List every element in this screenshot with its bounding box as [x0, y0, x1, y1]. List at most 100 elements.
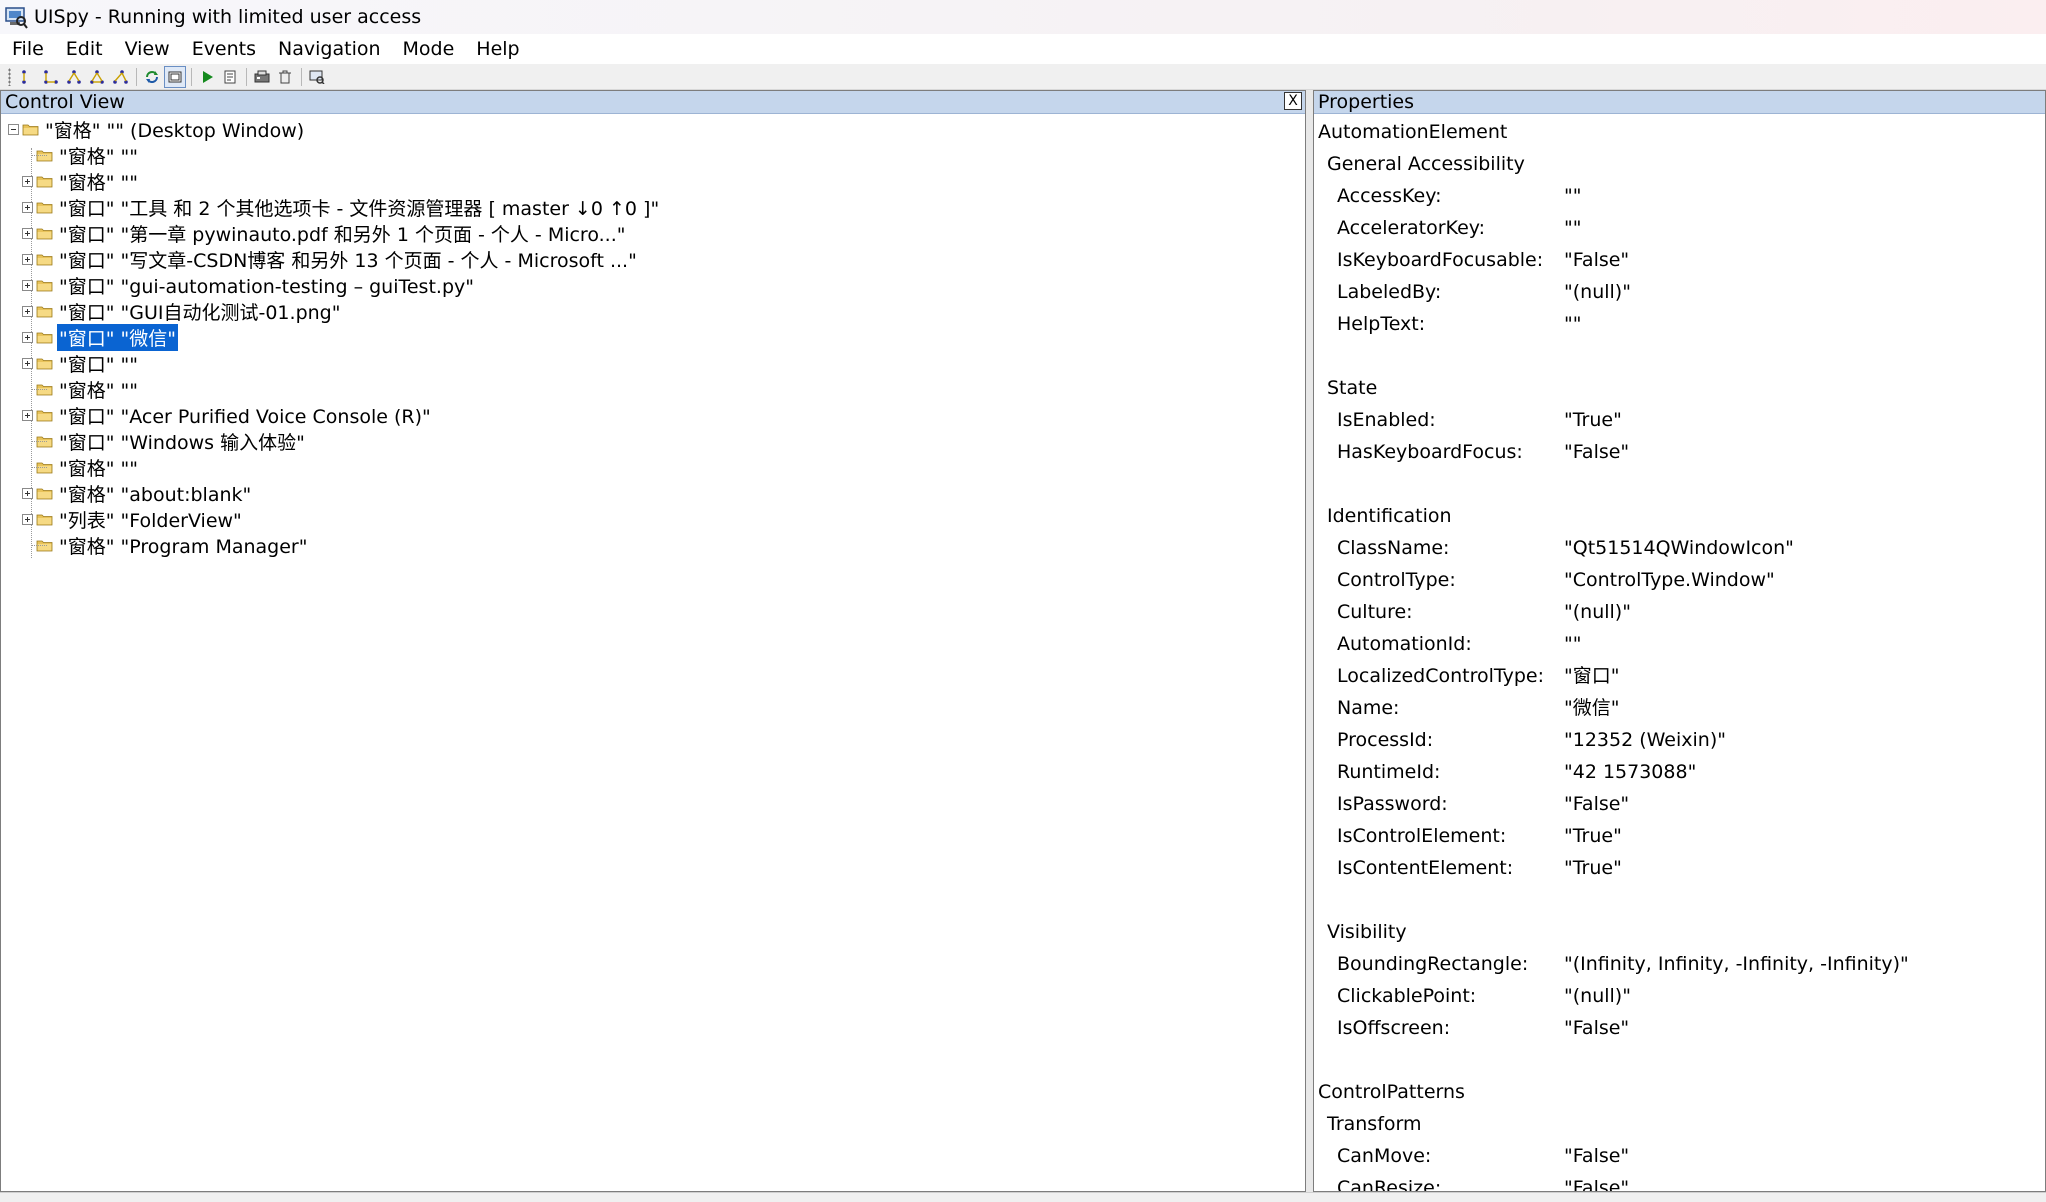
tree-item[interactable]: "窗口" "Windows 输入体验"	[1, 428, 1305, 454]
tree-nav-last-child-icon[interactable]	[109, 66, 131, 88]
property-row: IsPassword: "False"	[1314, 788, 2045, 820]
menu-mode[interactable]: Mode	[392, 34, 466, 64]
tree-item-label: "窗格" "" (Desktop Window)	[45, 119, 305, 142]
folder-icon	[36, 358, 53, 369]
tree-nav-next-sibling-icon[interactable]	[63, 66, 85, 88]
tree-item[interactable]: "窗口" "gui-automation-testing – guiTest.p…	[1, 272, 1305, 298]
tree-connector	[31, 545, 47, 546]
tree-item-label: "窗口" "第一章 pywinauto.pdf 和另外 1 个页面 - 个人 -…	[59, 223, 626, 246]
tree-item[interactable]: "窗口" "GUI自动化测试-01.png"	[1, 298, 1305, 324]
expand-icon[interactable]	[22, 357, 33, 369]
property-name: CanResize:	[1337, 1177, 1442, 1192]
folder-icon	[36, 514, 53, 525]
run-icon[interactable]	[196, 66, 218, 88]
property-value: "Qt51514QWindowIcon"	[1564, 537, 1794, 559]
tree-item[interactable]: "窗格" ""	[1, 376, 1305, 402]
tree-item[interactable]: "窗口" "工具 和 2 个其他选项卡 - 文件资源管理器 [ master ↓…	[1, 194, 1305, 220]
property-row: IsEnabled: "True"	[1314, 404, 2045, 436]
screenshot-icon[interactable]	[306, 66, 328, 88]
tree-item[interactable]: "窗口" "第一章 pywinauto.pdf 和另外 1 个页面 - 个人 -…	[1, 220, 1305, 246]
tree-item-label: "窗格" ""	[59, 145, 138, 168]
tree-item[interactable]: "窗口" ""	[1, 350, 1305, 376]
tree-item[interactable]: "窗格" "about:blank"	[1, 480, 1305, 506]
expand-icon[interactable]	[22, 201, 33, 213]
refresh-icon[interactable]	[141, 66, 163, 88]
property-name: ProcessId:	[1337, 729, 1434, 751]
tree-item[interactable]: "窗口" "微信"	[1, 323, 1305, 351]
property-row: ClassName: "Qt51514QWindowIcon"	[1314, 532, 2045, 564]
property-row: ProcessId: "12352 (Weixin)"	[1314, 724, 2045, 756]
property-value: "False"	[1564, 441, 1630, 463]
property-name: IsPassword:	[1337, 793, 1448, 815]
expand-icon[interactable]	[22, 513, 33, 525]
tree-item-label: "窗格" "about:blank"	[59, 483, 252, 506]
property-group-label: Identification	[1327, 505, 1452, 527]
property-row: ControlType: "ControlType.Window"	[1314, 564, 2045, 596]
expand-icon[interactable]	[22, 305, 33, 317]
menu-events[interactable]: Events	[181, 34, 267, 64]
pane-splitter[interactable]	[1306, 90, 1313, 1192]
title-bar: UISpy - Running with limited user access	[0, 0, 2046, 34]
property-value: "ControlType.Window"	[1564, 569, 1775, 591]
property-group-label: AutomationElement	[1318, 121, 1508, 143]
menu-edit[interactable]: Edit	[55, 34, 114, 64]
property-value: ""	[1564, 217, 1582, 239]
property-name: HasKeyboardFocus:	[1337, 441, 1523, 463]
tree-item-label: "窗口" "gui-automation-testing – guiTest.p…	[59, 275, 474, 298]
tree-item[interactable]: "窗格" ""	[1, 168, 1305, 194]
property-name: IsEnabled:	[1337, 409, 1436, 431]
close-control-view-button[interactable]: X	[1284, 92, 1302, 110]
tree-item[interactable]: "窗格" ""	[1, 142, 1305, 168]
property-name: BoundingRectangle:	[1337, 953, 1529, 975]
property-name: AutomationId:	[1337, 633, 1472, 655]
property-group-header: General Accessibility	[1314, 148, 2045, 180]
property-row: HelpText: ""	[1314, 308, 2045, 340]
tree-nav-prev-sibling-icon[interactable]	[86, 66, 108, 88]
collapse-icon[interactable]	[8, 123, 19, 135]
property-name: IsOffscreen:	[1337, 1017, 1451, 1039]
property-value: ""	[1564, 313, 1582, 335]
expand-icon[interactable]	[22, 487, 33, 499]
tree-item[interactable]: "列表" "FolderView"	[1, 506, 1305, 532]
property-group-label: Visibility	[1327, 921, 1407, 943]
delete-icon[interactable]	[274, 66, 296, 88]
tree-item-label: "窗口" "微信"	[57, 323, 178, 351]
expand-icon[interactable]	[22, 409, 33, 421]
control-view-title: Control View	[5, 91, 125, 113]
hover-mode-icon[interactable]	[251, 66, 273, 88]
menu-view[interactable]: View	[114, 34, 181, 64]
tree-item[interactable]: "窗口" "Acer Purified Voice Console (R)"	[1, 402, 1305, 428]
expand-icon[interactable]	[22, 253, 33, 265]
folder-icon	[36, 228, 53, 239]
menu-file[interactable]: File	[0, 34, 55, 64]
property-row: IsContentElement: "True"	[1314, 852, 2045, 884]
expand-icon[interactable]	[22, 175, 33, 187]
expand-icon[interactable]	[22, 279, 33, 291]
control-tree[interactable]: "窗格" "" (Desktop Window) "窗格" "" "窗格" "" "窗…	[1, 114, 1305, 558]
tree-item[interactable]: "窗格" "" (Desktop Window)	[1, 116, 1305, 142]
expand-icon[interactable]	[22, 331, 33, 343]
property-row: LabeledBy: "(null)"	[1314, 276, 2045, 308]
properties-icon[interactable]	[219, 66, 241, 88]
tree-nav-first-child-icon[interactable]	[40, 66, 62, 88]
property-name: Name:	[1337, 697, 1400, 719]
expand-icon[interactable]	[22, 227, 33, 239]
tree-item[interactable]: "窗口" "写文章-CSDN博客 和另外 13 个页面 - 个人 - Micro…	[1, 246, 1305, 272]
tree-item-label: "窗格" ""	[59, 171, 138, 194]
property-value: "False"	[1564, 1145, 1630, 1167]
tree-item[interactable]: "窗格" ""	[1, 454, 1305, 480]
properties-header: Properties	[1314, 91, 2045, 114]
property-value: "(null)"	[1564, 281, 1631, 303]
menu-help[interactable]: Help	[465, 34, 530, 64]
tree-item-label: "窗口" "写文章-CSDN博客 和另外 13 个页面 - 个人 - Micro…	[59, 249, 637, 272]
tree-nav-parent-icon[interactable]	[17, 66, 39, 88]
property-spacer	[1314, 884, 2045, 916]
toolbar-separator	[246, 67, 247, 86]
menu-navigation[interactable]: Navigation	[267, 34, 391, 64]
tree-item[interactable]: "窗格" "Program Manager"	[1, 532, 1305, 558]
property-name: ControlType:	[1337, 569, 1456, 591]
toolbar-grip[interactable]	[8, 67, 11, 86]
focus-tracking-icon[interactable]	[164, 65, 186, 88]
tree-item-label: "窗格" "Program Manager"	[59, 535, 308, 558]
folder-icon	[22, 124, 39, 135]
